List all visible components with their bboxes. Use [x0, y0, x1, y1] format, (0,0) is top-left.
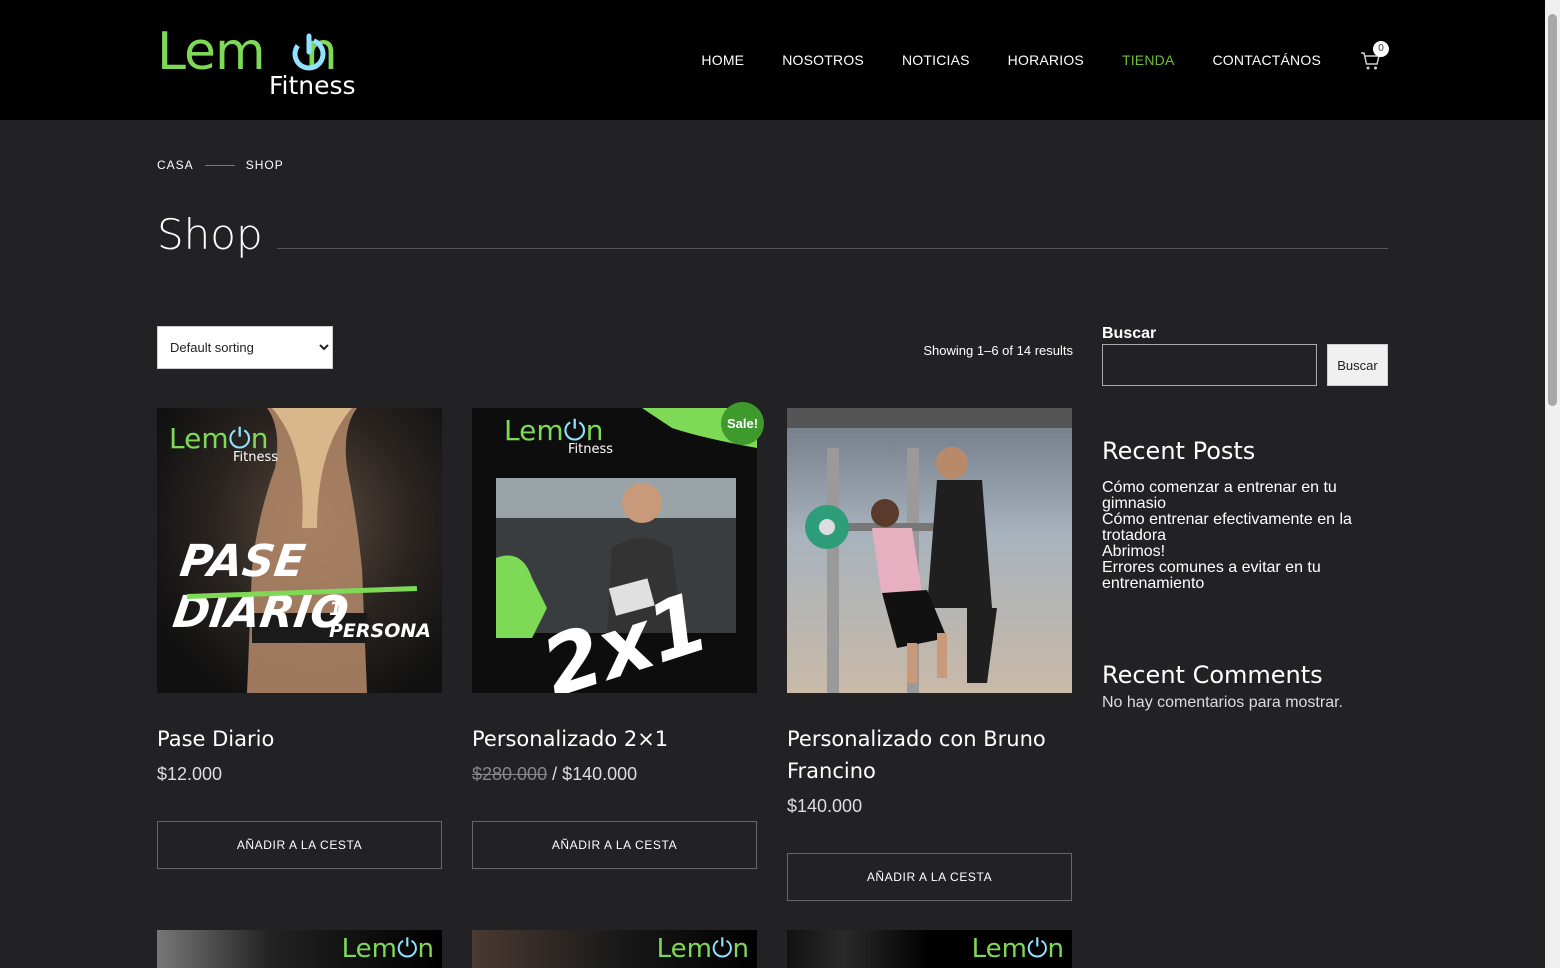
gym-training-illustration — [787, 408, 1072, 693]
product-image[interactable]: Lem⏻n Fitness PASE DIARIO 1 PERSONA — [157, 408, 442, 693]
image-logo: Lem⏻n — [656, 934, 749, 964]
site-header: Lem n Fitness HOME NOSOTROS NOTICIAS HORA… — [0, 0, 1545, 120]
nav-tienda[interactable]: TIENDA — [1122, 50, 1175, 70]
recent-post-link[interactable]: Errores comunes a evitar en tu entrenami… — [1102, 560, 1388, 592]
product-card: Personalizado con Bruno Francino $140.00… — [787, 408, 1072, 901]
recent-post-link[interactable]: Abrimos! — [1102, 544, 1388, 560]
nav-noticias[interactable]: NOTICIAS — [902, 50, 970, 70]
image-logo: Lem⏻n Fitness — [169, 422, 279, 465]
product-image[interactable]: Lem⏻n — [787, 930, 1072, 968]
sort-select[interactable]: Default sorting — [157, 326, 333, 369]
recent-posts-list: Cómo comenzar a entrenar en tu gimnasio … — [1102, 480, 1388, 592]
product-price: $280.000 / $140.000 — [472, 764, 638, 784]
search-form: Buscar — [1102, 344, 1388, 386]
image-logo: Lem⏻n Fitness — [504, 414, 614, 457]
sidebar: Buscar Buscar Recent Posts Cómo comenzar… — [1102, 324, 1388, 712]
result-count: Showing 1–6 of 14 results — [923, 343, 1073, 358]
sale-price: $140.000 — [562, 764, 638, 784]
product-card: Lem⏻n Fitness PASE DIARIO 1 PERSONA Pase… — [157, 408, 442, 869]
power-icon — [292, 33, 326, 71]
product-title[interactable]: Personalizado con Bruno Francino — [787, 723, 1072, 787]
main-nav: HOME NOSOTROS NOTICIAS HORARIOS TIENDA C… — [663, 50, 1321, 70]
image-logo: Lem⏻n — [341, 934, 434, 964]
nav-nosotros[interactable]: NOSOTROS — [782, 50, 864, 70]
search-button[interactable]: Buscar — [1327, 344, 1388, 386]
product-title[interactable]: Pase Diario — [157, 723, 442, 755]
image-logo: Lem⏻n — [971, 934, 1064, 964]
title-divider — [277, 248, 1388, 249]
product-price: $12.000 — [157, 764, 223, 784]
nav-home[interactable]: HOME — [701, 50, 744, 70]
breadcrumb-separator — [204, 164, 235, 166]
logo-subtitle: Fitness — [269, 71, 356, 100]
product-image[interactable]: Lem⏻n — [472, 930, 757, 968]
sale-badge: Sale! — [721, 402, 764, 445]
original-price: $280.000 — [472, 764, 548, 784]
recent-post-link[interactable]: Cómo comenzar a entrenar en tu gimnasio — [1102, 480, 1388, 512]
recent-post-link[interactable]: Cómo entrenar efectivamente en la trotad… — [1102, 512, 1388, 544]
add-to-cart-button[interactable]: AÑADIR A LA CESTA — [472, 821, 757, 869]
cart-count-badge: 0 — [1373, 41, 1389, 57]
product-image[interactable]: Lem⏻n — [157, 930, 442, 968]
scrollbar-thumb[interactable] — [1548, 14, 1557, 406]
nav-contactanos[interactable]: CONTACTÁNOS — [1213, 50, 1322, 70]
recent-posts-title: Recent Posts — [1102, 437, 1256, 465]
image-subheadline: 1 PERSONA — [329, 598, 431, 642]
no-comments-message: No hay comentarios para mostrar. — [1102, 694, 1343, 711]
add-to-cart-button[interactable]: AÑADIR A LA CESTA — [157, 821, 442, 869]
site-logo[interactable]: Lem n Fitness — [157, 22, 362, 102]
product-price: $140.000 — [787, 796, 863, 816]
page-scrollbar[interactable] — [1545, 0, 1560, 968]
product-image[interactable] — [787, 408, 1072, 693]
breadcrumb: CASA SHOP — [157, 158, 284, 172]
breadcrumb-current: SHOP — [245, 158, 284, 172]
product-title[interactable]: Personalizado 2×1 — [472, 723, 757, 755]
product-image[interactable]: Lem⏻n Fitness 2x1 — [472, 408, 757, 693]
product-card: Lem⏻n Fitness 2x1 Personalizado 2×1 $280… — [472, 408, 757, 869]
recent-comments-title: Recent Comments — [1102, 661, 1323, 689]
search-label: Buscar — [1102, 325, 1157, 342]
add-to-cart-button[interactable]: AÑADIR A LA CESTA — [787, 853, 1072, 901]
search-input[interactable] — [1102, 344, 1317, 386]
nav-horarios[interactable]: HORARIOS — [1008, 50, 1084, 70]
breadcrumb-home[interactable]: CASA — [157, 158, 194, 172]
page-title: Shop — [157, 210, 263, 259]
